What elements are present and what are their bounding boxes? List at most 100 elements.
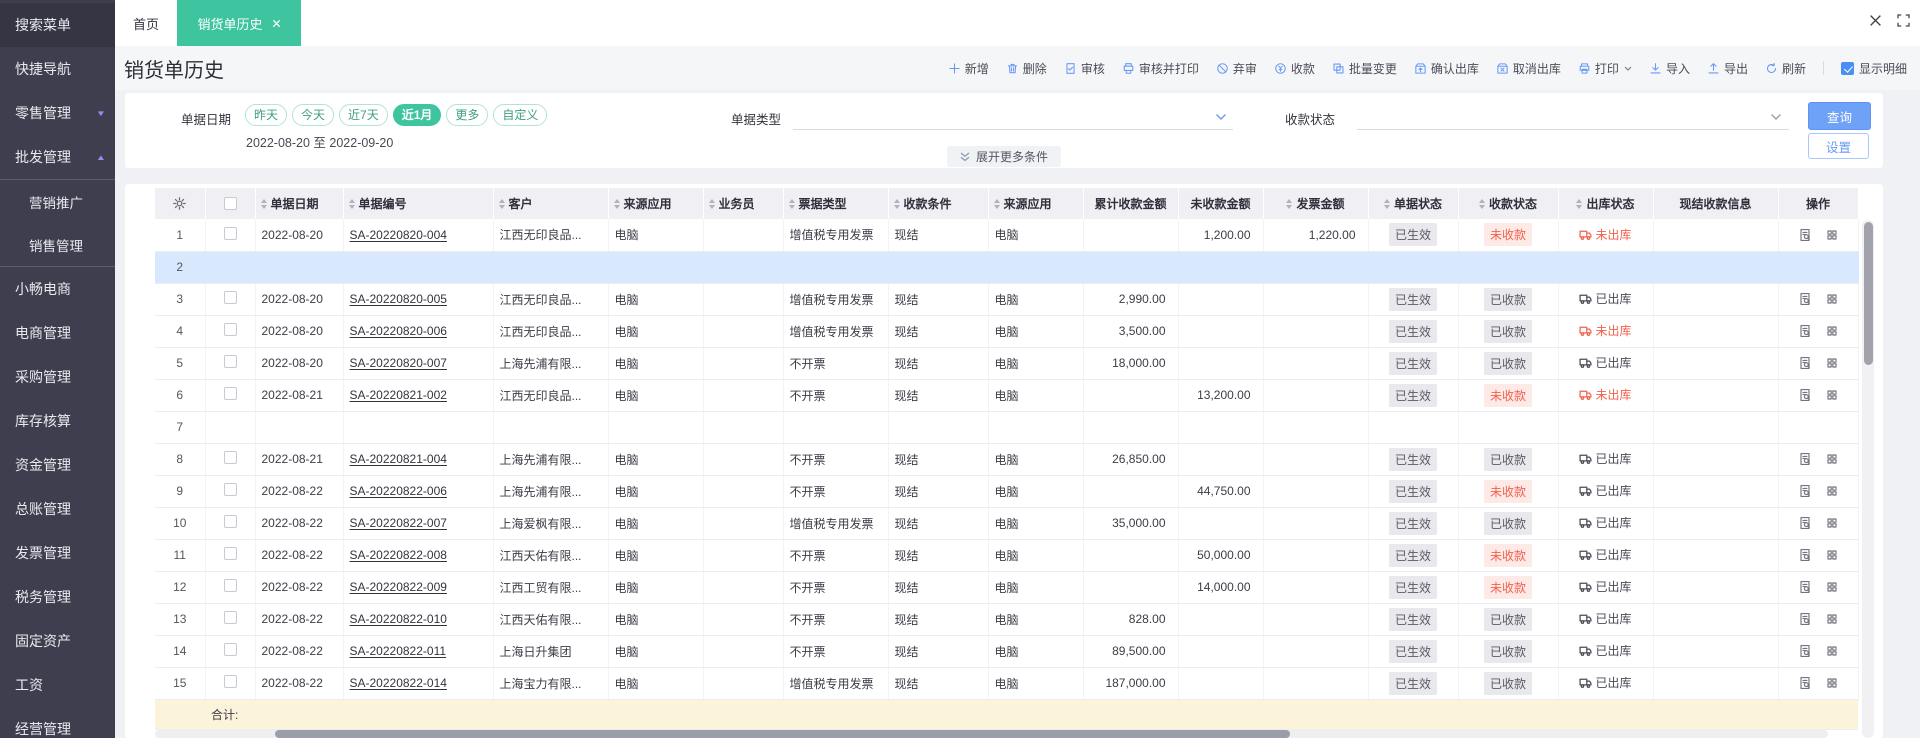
- doc-no-link[interactable]: SA-20220822-011: [350, 644, 447, 658]
- tab-home[interactable]: 首页: [115, 0, 177, 46]
- toolbar-audit-print-button[interactable]: 审核并打印: [1122, 60, 1199, 77]
- row-checkbox[interactable]: [223, 451, 237, 464]
- row-detail-button[interactable]: [1798, 228, 1812, 242]
- sidebar-item-wholesale-mgmt[interactable]: 批发管理 ▲: [0, 135, 115, 179]
- row-more-actions-button[interactable]: [1825, 612, 1839, 626]
- horizontal-scrollbar-thumb[interactable]: [275, 730, 1290, 738]
- row-detail-button[interactable]: [1798, 452, 1812, 466]
- row-more-actions-button[interactable]: [1825, 324, 1839, 338]
- sidebar-item-general-ledger[interactable]: 总账管理: [0, 487, 115, 531]
- sort-icon[interactable]: [788, 198, 795, 209]
- table-row[interactable]: 4 2022-08-20 SA-20220820-006 江西无印良品... 电脑 增值税…: [155, 315, 1859, 348]
- table-row[interactable]: 15 2022-08-22 SA-20220822-014 上海宝力有限... 电脑 增值…: [155, 667, 1859, 700]
- table-row[interactable]: 11 2022-08-22 SA-20220822-008 江西天佑有限... 电脑 不开…: [155, 539, 1859, 572]
- doc-no-link[interactable]: SA-20220822-014: [350, 676, 447, 690]
- sidebar-item-fixed-assets[interactable]: 固定资产: [0, 619, 115, 663]
- tab-close-icon[interactable]: [272, 19, 281, 28]
- sort-icon[interactable]: [1478, 198, 1485, 209]
- row-more-actions-button[interactable]: [1825, 356, 1839, 370]
- row-detail-button[interactable]: [1798, 388, 1812, 402]
- row-checkbox[interactable]: [223, 355, 237, 368]
- chevron-down-icon[interactable]: [1215, 113, 1227, 121]
- sort-icon[interactable]: [498, 198, 505, 209]
- row-detail-button[interactable]: [1798, 516, 1812, 530]
- column-header-doc_no[interactable]: 单据编号: [343, 188, 494, 219]
- row-more-actions-button[interactable]: [1825, 644, 1839, 658]
- toolbar-cancel-outbound-button[interactable]: 取消出库: [1496, 60, 1561, 77]
- row-checkbox[interactable]: [223, 675, 237, 688]
- toolbar-new-button[interactable]: 新增: [948, 60, 989, 77]
- doc-no-link[interactable]: SA-20220820-007: [350, 356, 447, 370]
- row-more-actions-button[interactable]: [1825, 452, 1839, 466]
- row-checkbox[interactable]: [223, 387, 237, 400]
- date-pill-yesterday[interactable]: 昨天: [245, 104, 288, 126]
- column-header-source_app2[interactable]: 来源应用: [988, 188, 1084, 219]
- row-detail-button[interactable]: [1798, 580, 1812, 594]
- sidebar-item-ecom-mgmt[interactable]: 电商管理: [0, 311, 115, 355]
- sidebar-item-payroll[interactable]: 工资: [0, 663, 115, 707]
- date-pill-today[interactable]: 今天: [292, 104, 335, 126]
- table-row[interactable]: 1 2022-08-20 SA-20220820-004 江西无印良品... 电脑 增值税…: [155, 219, 1859, 252]
- sidebar-item-invoice-mgmt[interactable]: 发票管理: [0, 531, 115, 575]
- doc-type-select[interactable]: [793, 129, 1233, 130]
- row-detail-button[interactable]: [1798, 324, 1812, 338]
- row-checkbox[interactable]: [223, 323, 237, 336]
- row-checkbox[interactable]: [223, 611, 237, 624]
- doc-no-link[interactable]: SA-20220822-008: [350, 548, 447, 562]
- toolbar-delete-button[interactable]: 删除: [1006, 60, 1047, 77]
- table-row[interactable]: 14 2022-08-22 SA-20220822-011 上海日升集团 电脑 不开票 现结…: [155, 635, 1859, 668]
- column-header-invoice_amount[interactable]: 发票金额: [1263, 188, 1369, 219]
- sort-icon[interactable]: [893, 198, 900, 209]
- doc-no-link[interactable]: SA-20220821-002: [350, 388, 447, 402]
- row-detail-button[interactable]: [1798, 484, 1812, 498]
- sort-icon[interactable]: [993, 198, 1000, 209]
- date-pill-custom[interactable]: 自定义: [493, 104, 548, 126]
- table-row[interactable]: 13 2022-08-22 SA-20220822-010 江西天佑有限... 电脑 不开…: [155, 603, 1859, 636]
- column-header-pay_status[interactable]: 收款状态: [1458, 188, 1559, 219]
- chevron-down-icon[interactable]: [1770, 113, 1782, 121]
- sidebar-item-retail-mgmt[interactable]: 零售管理 ▼: [0, 91, 115, 135]
- sidebar-item-search-menu[interactable]: 搜索菜单: [0, 3, 115, 47]
- row-checkbox[interactable]: [223, 547, 237, 560]
- table-row[interactable]: 12 2022-08-22 SA-20220822-009 江西工贸有限... 电脑 不开…: [155, 571, 1859, 604]
- sidebar-item-xiaochang-ecom[interactable]: 小畅电商: [0, 267, 115, 311]
- doc-no-link[interactable]: SA-20220822-009: [350, 580, 447, 594]
- row-more-actions-button[interactable]: [1825, 676, 1839, 690]
- row-checkbox[interactable]: [223, 515, 237, 528]
- toolbar-batch-change-button[interactable]: 批量变更: [1332, 60, 1397, 77]
- row-more-actions-button[interactable]: [1825, 228, 1839, 242]
- query-button[interactable]: 查询: [1808, 102, 1871, 130]
- column-header-customer[interactable]: 客户: [493, 188, 609, 219]
- sidebar-item-tax-mgmt[interactable]: 税务管理: [0, 575, 115, 619]
- table-row[interactable]: 3 2022-08-20 SA-20220820-005 江西无印良品... 电脑 增值税…: [155, 283, 1859, 316]
- date-pill-last-1-month[interactable]: 近1月: [392, 104, 442, 126]
- toolbar-confirm-outbound-button[interactable]: 确认出库: [1414, 60, 1479, 77]
- show-detail-toggle[interactable]: 显示明细: [1840, 60, 1907, 77]
- sidebar-item-quick-nav[interactable]: 快捷导航: [0, 47, 115, 91]
- sidebar-item-marketing-promo[interactable]: 营销推广: [0, 179, 115, 223]
- pay-status-select[interactable]: [1357, 129, 1789, 130]
- table-row[interactable]: 6 2022-08-21 SA-20220821-002 江西无印良品... 电脑 不开票…: [155, 379, 1859, 412]
- select-all-checkbox[interactable]: [223, 197, 237, 210]
- table-row[interactable]: 5 2022-08-20 SA-20220820-007 上海先浦有限... 电脑 不开票…: [155, 347, 1859, 380]
- doc-no-link[interactable]: SA-20220820-004: [350, 228, 447, 242]
- toolbar-import-button[interactable]: 导入: [1649, 60, 1690, 77]
- column-header-doc_status[interactable]: 单据状态: [1368, 188, 1459, 219]
- column-header-ship_status[interactable]: 出库状态: [1558, 188, 1654, 219]
- row-detail-button[interactable]: [1798, 548, 1812, 562]
- fullscreen-icon[interactable]: [1897, 14, 1910, 27]
- toolbar-export-button[interactable]: 导出: [1707, 60, 1748, 77]
- row-checkbox[interactable]: [223, 291, 237, 304]
- column-header-date[interactable]: 单据日期: [255, 188, 344, 219]
- sort-icon[interactable]: [708, 198, 715, 209]
- sort-icon[interactable]: [1286, 198, 1293, 209]
- sidebar-item-purchase-mgmt[interactable]: 采购管理: [0, 355, 115, 399]
- column-header-source_app[interactable]: 来源应用: [608, 188, 704, 219]
- row-more-actions-button[interactable]: [1825, 548, 1839, 562]
- row-checkbox[interactable]: [223, 643, 237, 656]
- table-row[interactable]: 10 2022-08-22 SA-20220822-007 上海爱枫有限... 电脑 增值…: [155, 507, 1859, 540]
- vertical-scrollbar[interactable]: [1862, 220, 1874, 738]
- sort-icon[interactable]: [348, 198, 355, 209]
- row-detail-button[interactable]: [1798, 356, 1812, 370]
- column-header-invoice_type[interactable]: 票据类型: [783, 188, 889, 219]
